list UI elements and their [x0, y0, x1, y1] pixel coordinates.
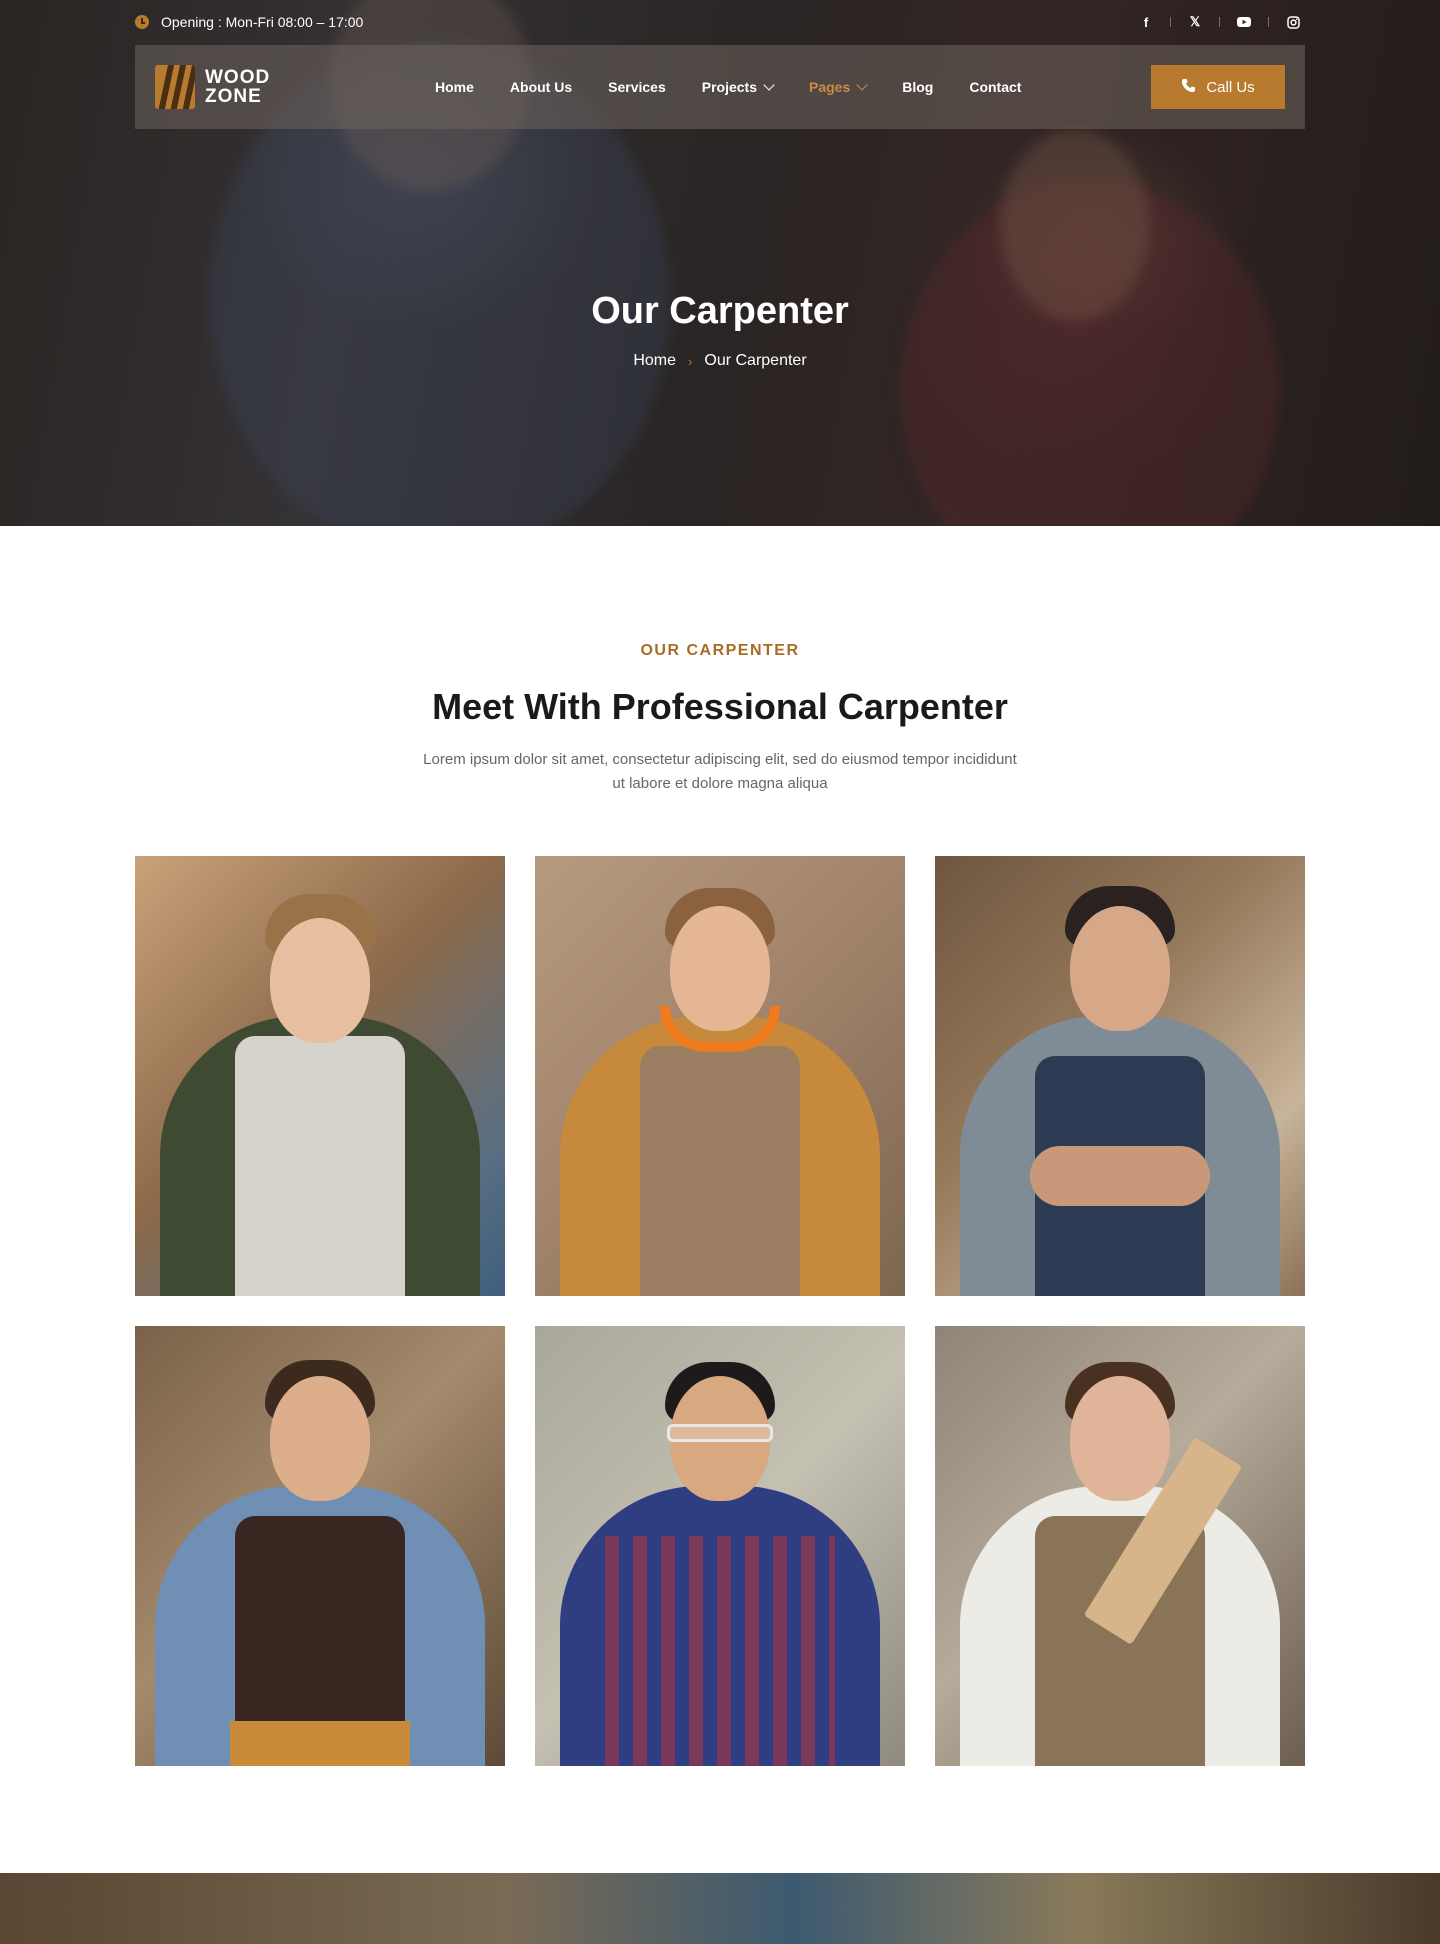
- logo-text: WOOD ZONE: [205, 68, 270, 106]
- clock-icon: [135, 15, 149, 29]
- carpenter-photo[interactable]: [135, 856, 505, 1296]
- instagram-icon[interactable]: [1281, 10, 1305, 34]
- main-navbar: WOOD ZONE Home About Us Services Project…: [135, 45, 1305, 129]
- opening-hours: Opening : Mon-Fri 08:00 – 17:00: [135, 14, 363, 30]
- chevron-down-icon: [856, 79, 868, 91]
- call-us-label: Call Us: [1206, 78, 1255, 96]
- page-hero: Opening : Mon-Fri 08:00 – 17:00 f 𝕏 WOOD…: [0, 0, 1440, 526]
- nav-item-projects[interactable]: Projects: [701, 79, 775, 95]
- nav-item-contact[interactable]: Contact: [969, 79, 1021, 95]
- nav-item-label: Contact: [969, 79, 1022, 95]
- carpenter-photo[interactable]: [935, 856, 1305, 1296]
- opening-hours-text: Opening : Mon-Fri 08:00 – 17:00: [161, 14, 364, 30]
- site-logo[interactable]: WOOD ZONE: [155, 65, 405, 109]
- nav-menu: Home About Us Services Projects Pages Bl…: [435, 79, 1021, 95]
- nav-item-blog[interactable]: Blog: [902, 79, 933, 95]
- top-bar: Opening : Mon-Fri 08:00 – 17:00 f 𝕏: [135, 0, 1305, 44]
- nav-item-label: About Us: [509, 79, 573, 95]
- divider: [1219, 17, 1220, 27]
- nav-item-about-us[interactable]: About Us: [510, 79, 572, 95]
- section-description: Lorem ipsum dolor sit amet, consectetur …: [423, 751, 1017, 792]
- nav-item-services[interactable]: Services: [608, 79, 666, 95]
- carpenter-photo[interactable]: [535, 1326, 905, 1766]
- breadcrumb-home[interactable]: Home: [633, 352, 676, 370]
- chevron-right-icon: ›: [688, 353, 693, 369]
- nav-item-label: Home: [435, 79, 474, 95]
- phone-icon: [1181, 78, 1196, 97]
- youtube-icon[interactable]: [1232, 10, 1256, 34]
- nav-item-label: Services: [608, 79, 666, 95]
- social-links: f 𝕏: [1134, 10, 1305, 34]
- breadcrumb: Home › Our Carpenter: [0, 352, 1440, 370]
- logo-line-2: ZONE: [205, 86, 262, 107]
- chevron-down-icon: [763, 79, 775, 91]
- nav-item-label: Blog: [902, 79, 934, 95]
- logo-icon: [155, 65, 195, 109]
- breadcrumb-current: Our Carpenter: [704, 352, 807, 369]
- logo-line-1: WOOD: [205, 67, 271, 88]
- section-kicker: OUR CARPENTER: [640, 642, 800, 659]
- nav-item-pages[interactable]: Pages: [808, 79, 868, 95]
- next-section-background: [0, 1873, 1440, 1944]
- nav-item-label: Projects: [701, 79, 757, 95]
- divider: [1170, 17, 1171, 27]
- page-title: Our Carpenter: [591, 290, 849, 332]
- nav-item-home[interactable]: Home: [435, 79, 474, 95]
- divider: [1268, 17, 1269, 27]
- carpenter-photo[interactable]: [535, 856, 905, 1296]
- section-title: Meet With Professional Carpenter: [432, 686, 1008, 727]
- nav-item-label: Pages: [808, 79, 851, 95]
- x-icon[interactable]: 𝕏: [1183, 10, 1207, 34]
- call-us-button[interactable]: Call Us: [1151, 65, 1285, 109]
- carpenter-photo[interactable]: [935, 1326, 1305, 1766]
- carpenter-photo[interactable]: [135, 1326, 505, 1766]
- facebook-icon[interactable]: f: [1134, 10, 1158, 34]
